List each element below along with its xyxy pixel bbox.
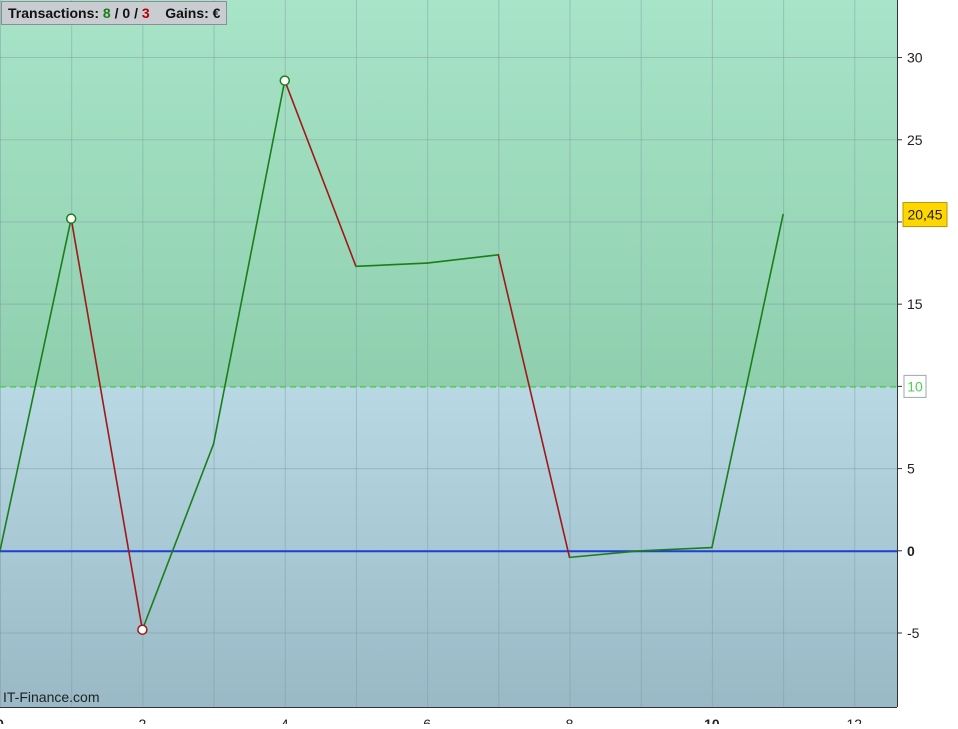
x-tick-label: 6 [423,716,431,724]
last-value-label: 20,45 [907,207,942,223]
y-tick-label: 25 [907,132,923,148]
threshold-label: 10 [907,378,923,394]
y-tick-label: 0 [907,543,915,559]
watermark: IT-Finance.com [3,689,100,705]
y-tick-label: 5 [907,461,915,477]
wins-count: 8 [102,5,111,21]
x-tick-label: 4 [281,716,289,724]
peak-marker [65,213,77,224]
x-tick-label: 8 [566,716,574,724]
chart-area: -50510152025300246810121020,45 [0,0,958,729]
transactions-label: Transactions: [8,5,100,21]
x-tick-label: 12 [846,716,862,724]
gains-label: Gains: € [165,5,221,21]
x-tick-label: 2 [138,716,146,724]
lower-zone [0,386,897,707]
trough-marker [137,624,148,635]
transactions-header: Transactions: 8 / 0 / 3 Gains: € [1,1,228,25]
separator: / [114,5,119,21]
losses-count: 3 [141,5,150,21]
neutral-count: 0 [122,5,131,21]
y-tick-label: -5 [907,625,920,641]
performance-chart: -50510152025300246810121020,45 [0,0,958,729]
x-tick-label: 0 [0,716,4,724]
separator: / [134,5,138,21]
y-tick-label: 15 [907,296,923,312]
y-tick-label: 30 [907,50,923,66]
peak-marker [279,75,291,86]
x-tick-label: 10 [704,716,720,724]
axis-background [897,0,958,724]
